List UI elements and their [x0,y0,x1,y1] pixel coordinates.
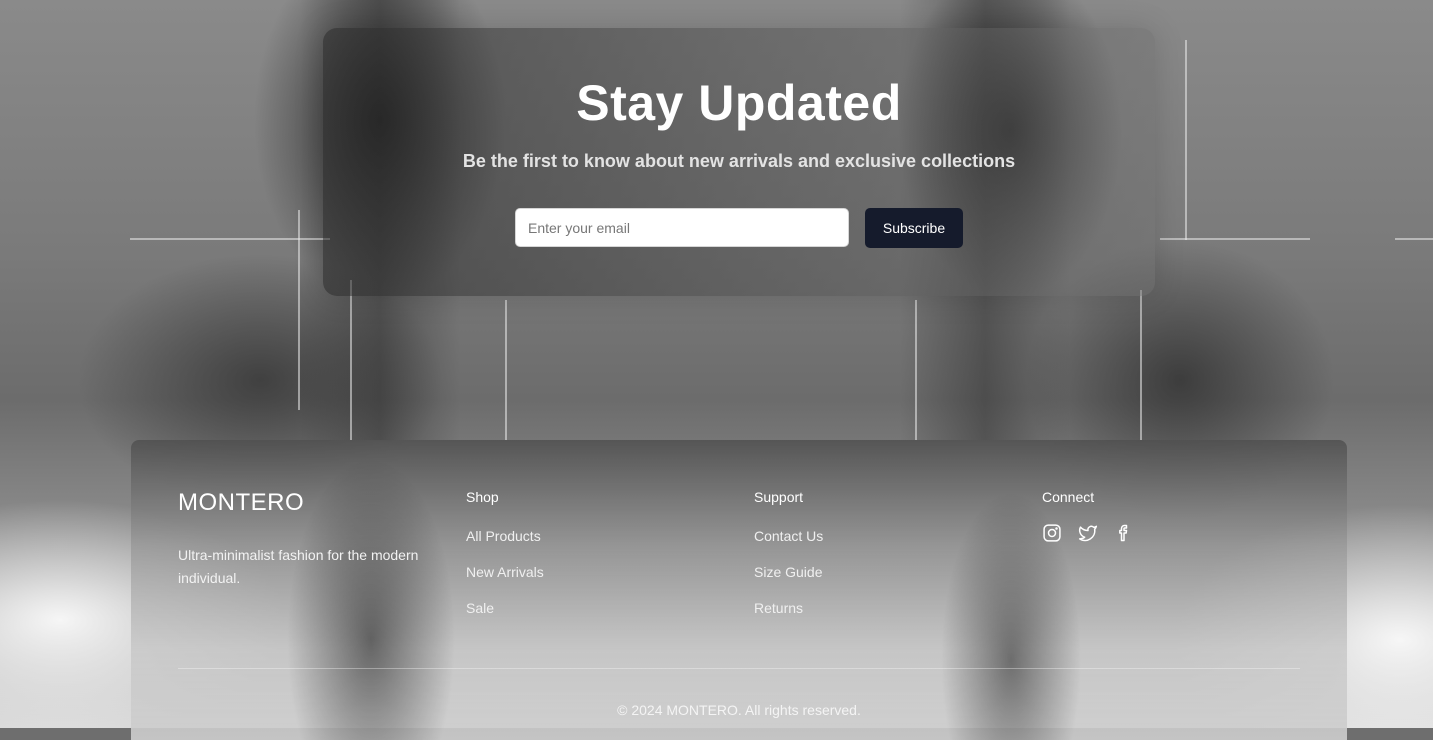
twitter-icon[interactable] [1078,523,1098,543]
footer-heading-shop: Shop [466,489,499,505]
background-ornament [130,238,330,240]
social-links [1042,523,1134,543]
link-returns[interactable]: Returns [754,600,803,616]
footer-heading-support: Support [754,489,804,505]
list-item: Size Guide [754,564,822,582]
list-item: New Arrivals [466,564,544,582]
list-item: All Products [466,528,541,546]
footer-heading-connect: Connect [1042,489,1095,505]
footer-copyright: © 2024 MONTERO. All rights reserved. [617,702,861,718]
subscribe-button[interactable]: Subscribe [865,208,963,248]
link-sale[interactable]: Sale [466,600,494,616]
instagram-icon[interactable] [1042,523,1062,543]
list-item: Contact Us [754,528,823,546]
background-ornament [350,280,352,440]
newsletter-panel: Stay Updated Be the first to know about … [323,28,1155,296]
newsletter-title: Stay Updated [576,75,902,131]
list-item: Returns [754,600,803,618]
footer-brand: MONTERO [178,489,305,516]
facebook-icon[interactable] [1114,523,1134,543]
footer-column-support: Support Contact Us Size Guide Returns [754,489,823,616]
footer-column-connect: Connect [1042,489,1128,542]
footer-divider [178,668,1300,669]
background-ornament [1140,290,1142,440]
background-ornament [1395,238,1433,240]
footer-tagline: Ultra-minimalist fashion for the modern … [178,547,419,586]
link-size-guide[interactable]: Size Guide [754,564,822,580]
background-ornament [505,300,507,440]
background-ornament [298,210,300,410]
site-footer: MONTERO Ultra-minimalist fashion for the… [131,440,1347,740]
footer-column-shop: Shop All Products New Arrivals Sale [466,489,544,616]
background-ornament [915,300,917,440]
newsletter-subtitle: Be the first to know about new arrivals … [462,151,1016,171]
link-contact-us[interactable]: Contact Us [754,528,823,544]
background-ornament [1160,238,1310,240]
link-new-arrivals[interactable]: New Arrivals [466,564,544,580]
list-item: Sale [466,600,494,618]
email-input[interactable] [515,208,849,247]
link-all-products[interactable]: All Products [466,528,541,544]
background-ornament [1185,40,1187,240]
